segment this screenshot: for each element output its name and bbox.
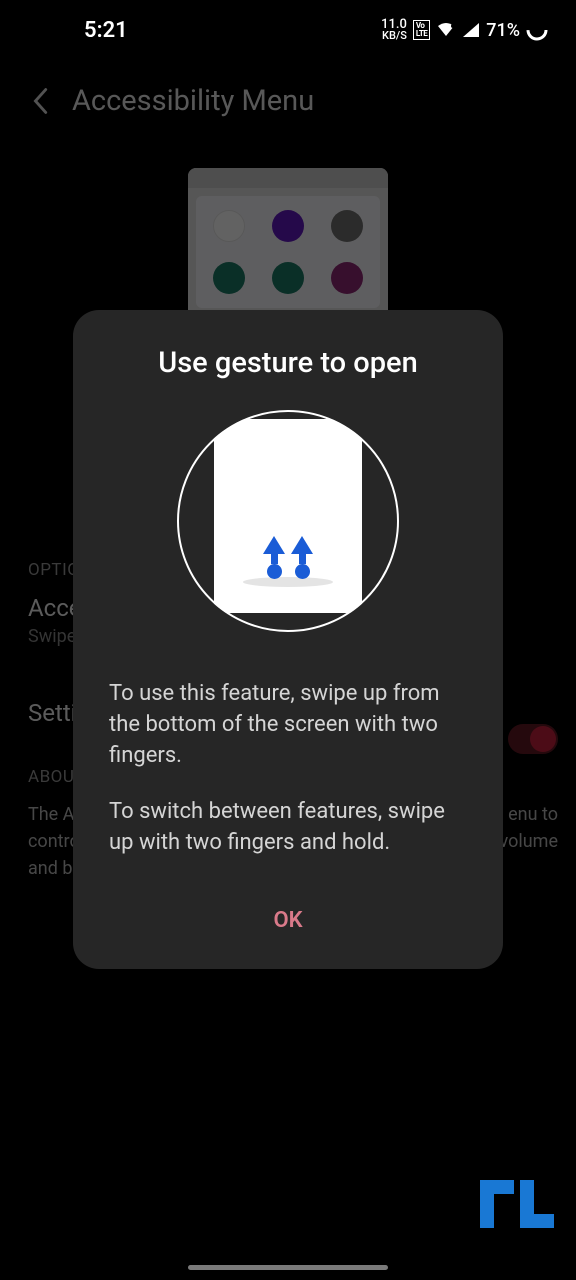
- signal-icon: x: [462, 22, 480, 38]
- preview-illustration: [188, 168, 388, 328]
- page-title: Accessibility Menu: [72, 84, 314, 118]
- gesture-illustration: [177, 410, 399, 632]
- gesture-dialog: Use gesture to open To use this feature,…: [73, 310, 503, 969]
- loading-icon: [526, 19, 548, 41]
- shortcut-toggle[interactable]: [508, 724, 558, 754]
- back-icon[interactable]: [32, 87, 48, 115]
- power-icon: [331, 210, 363, 242]
- nav-handle[interactable]: [188, 1265, 388, 1270]
- svg-text:x: x: [467, 24, 471, 32]
- dialog-title: Use gesture to open: [109, 346, 467, 380]
- volume-down-icon: [213, 262, 245, 294]
- status-right: 11.0 KB/S VoLTE x 71%: [381, 19, 548, 41]
- volume-up-icon: [272, 262, 304, 294]
- app-header: Accessibility Menu: [0, 56, 576, 138]
- dialog-body: To use this feature, swipe up from the b…: [109, 678, 467, 858]
- accessibility-icon: [272, 210, 304, 242]
- volte-icon: VoLTE: [413, 20, 430, 40]
- ok-button[interactable]: OK: [109, 902, 467, 939]
- watermark-icon: [476, 1176, 558, 1232]
- recents-icon: [331, 262, 363, 294]
- status-time: 5:21: [28, 18, 128, 43]
- status-bar: 5:21 11.0 KB/S VoLTE x 71%: [0, 0, 576, 56]
- wifi-icon: [436, 22, 456, 38]
- network-speed: 11.0 KB/S: [381, 19, 407, 41]
- battery-percent: 71%: [486, 20, 520, 41]
- assistant-icon: [213, 210, 245, 242]
